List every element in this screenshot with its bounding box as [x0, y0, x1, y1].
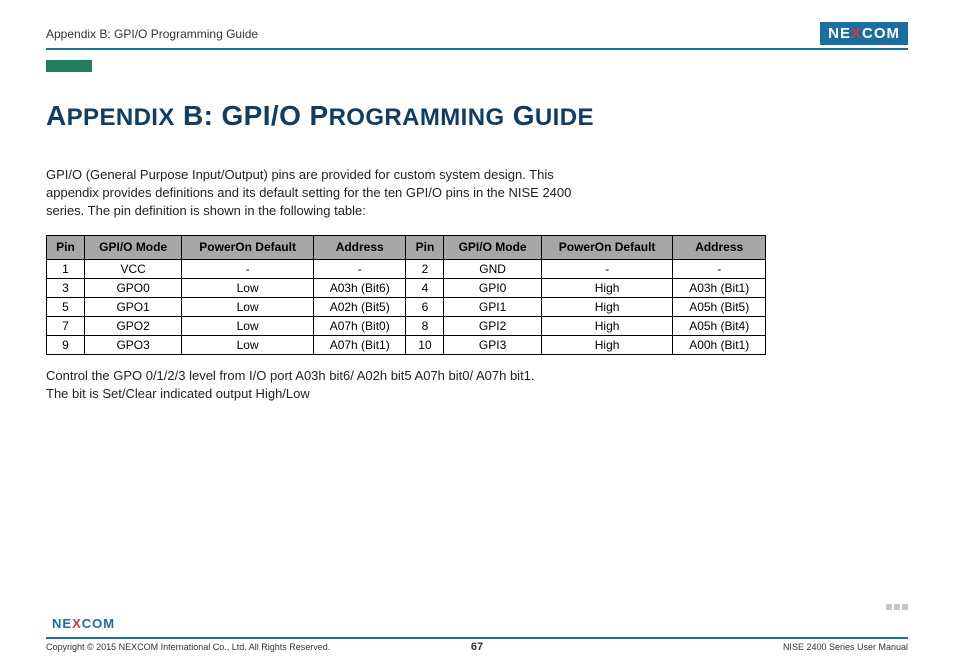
table-cell: GPI1 [444, 298, 541, 317]
table-cell: 6 [406, 298, 444, 317]
table-cell: A05h (Bit5) [673, 298, 766, 317]
table-cell: 9 [47, 336, 85, 355]
logo-part-com: COM [862, 25, 900, 42]
notes-line-1: Control the GPO 0/1/2/3 level from I/O p… [46, 367, 908, 385]
th-pin-b: Pin [406, 235, 444, 260]
table-cell: - [673, 260, 766, 279]
table-cell: Low [182, 317, 314, 336]
table-cell: VCC [85, 260, 182, 279]
breadcrumb: Appendix B: GPI/O Programming Guide [46, 27, 258, 41]
table-cell: A03h (Bit1) [673, 279, 766, 298]
table-cell: 4 [406, 279, 444, 298]
intro-paragraph: GPI/O (General Purpose Input/Output) pin… [46, 166, 586, 221]
table-cell: GPO0 [85, 279, 182, 298]
table-cell: Low [182, 336, 314, 355]
table-cell: 2 [406, 260, 444, 279]
logo-part-ne: NE [828, 25, 851, 42]
table-cell: GPI2 [444, 317, 541, 336]
th-pin-a: Pin [47, 235, 85, 260]
table-cell: High [541, 317, 673, 336]
table-cell: - [313, 260, 405, 279]
notes-line-2: The bit is Set/Clear indicated output Hi… [46, 385, 908, 403]
th-address-a: Address [313, 235, 405, 260]
table-cell: High [541, 336, 673, 355]
logo-part-x: X [851, 25, 862, 42]
page-title: APPENDIX B: GPI/O PROGRAMMING GUIDE [46, 100, 908, 132]
table-cell: 1 [47, 260, 85, 279]
footer-page-number: 67 [46, 641, 908, 653]
table-cell: Low [182, 298, 314, 317]
table-cell: High [541, 279, 673, 298]
footer-logo-ne: NE [52, 616, 72, 631]
table-cell: High [541, 298, 673, 317]
table-cell: A03h (Bit6) [313, 279, 405, 298]
footer-decoration [886, 604, 908, 610]
th-mode-a: GPI/O Mode [85, 235, 182, 260]
pin-definition-table: Pin GPI/O Mode PowerOn Default Address P… [46, 235, 766, 356]
table-cell: Low [182, 279, 314, 298]
page-header: Appendix B: GPI/O Programming Guide NEXC… [46, 22, 908, 45]
notes: Control the GPO 0/1/2/3 level from I/O p… [46, 367, 908, 402]
table-row: 5GPO1LowA02h (Bit5)6GPI1HighA05h (Bit5) [47, 298, 766, 317]
table-header-row: Pin GPI/O Mode PowerOn Default Address P… [47, 235, 766, 260]
table-row: 9GPO3LowA07h (Bit1)10GPI3HighA00h (Bit1) [47, 336, 766, 355]
table-cell: 3 [47, 279, 85, 298]
table-cell: 10 [406, 336, 444, 355]
footer-logo-com: COM [82, 616, 115, 631]
table-cell: GPI3 [444, 336, 541, 355]
table-body: 1VCC--2GND--3GPO0LowA03h (Bit6)4GPI0High… [47, 260, 766, 355]
footer-brand-logo: NEXCOM [46, 614, 121, 633]
table-row: 1VCC--2GND-- [47, 260, 766, 279]
table-cell: GPO1 [85, 298, 182, 317]
table-cell: 8 [406, 317, 444, 336]
table-cell: 7 [47, 317, 85, 336]
table-row: 7GPO2LowA07h (Bit0)8GPI2HighA05h (Bit4) [47, 317, 766, 336]
table-cell: GPO3 [85, 336, 182, 355]
table-cell: GPO2 [85, 317, 182, 336]
th-mode-b: GPI/O Mode [444, 235, 541, 260]
table-cell: A07h (Bit0) [313, 317, 405, 336]
th-poweron-b: PowerOn Default [541, 235, 673, 260]
table-cell: - [182, 260, 314, 279]
footer-rule [46, 637, 908, 639]
brand-logo: NEXCOM [820, 22, 908, 45]
table-cell: GND [444, 260, 541, 279]
th-poweron-a: PowerOn Default [182, 235, 314, 260]
table-cell: GPI0 [444, 279, 541, 298]
th-address-b: Address [673, 235, 766, 260]
footer-logo-x: X [72, 616, 82, 631]
table-cell: 5 [47, 298, 85, 317]
table-cell: - [541, 260, 673, 279]
header-rule [46, 48, 908, 50]
section-marker [46, 60, 92, 72]
table-cell: A00h (Bit1) [673, 336, 766, 355]
table-cell: A02h (Bit5) [313, 298, 405, 317]
table-cell: A05h (Bit4) [673, 317, 766, 336]
table-cell: A07h (Bit1) [313, 336, 405, 355]
page-footer: NEXCOM Copyright © 2015 NEXCOM Internati… [46, 614, 908, 652]
table-row: 3GPO0LowA03h (Bit6)4GPI0HighA03h (Bit1) [47, 279, 766, 298]
